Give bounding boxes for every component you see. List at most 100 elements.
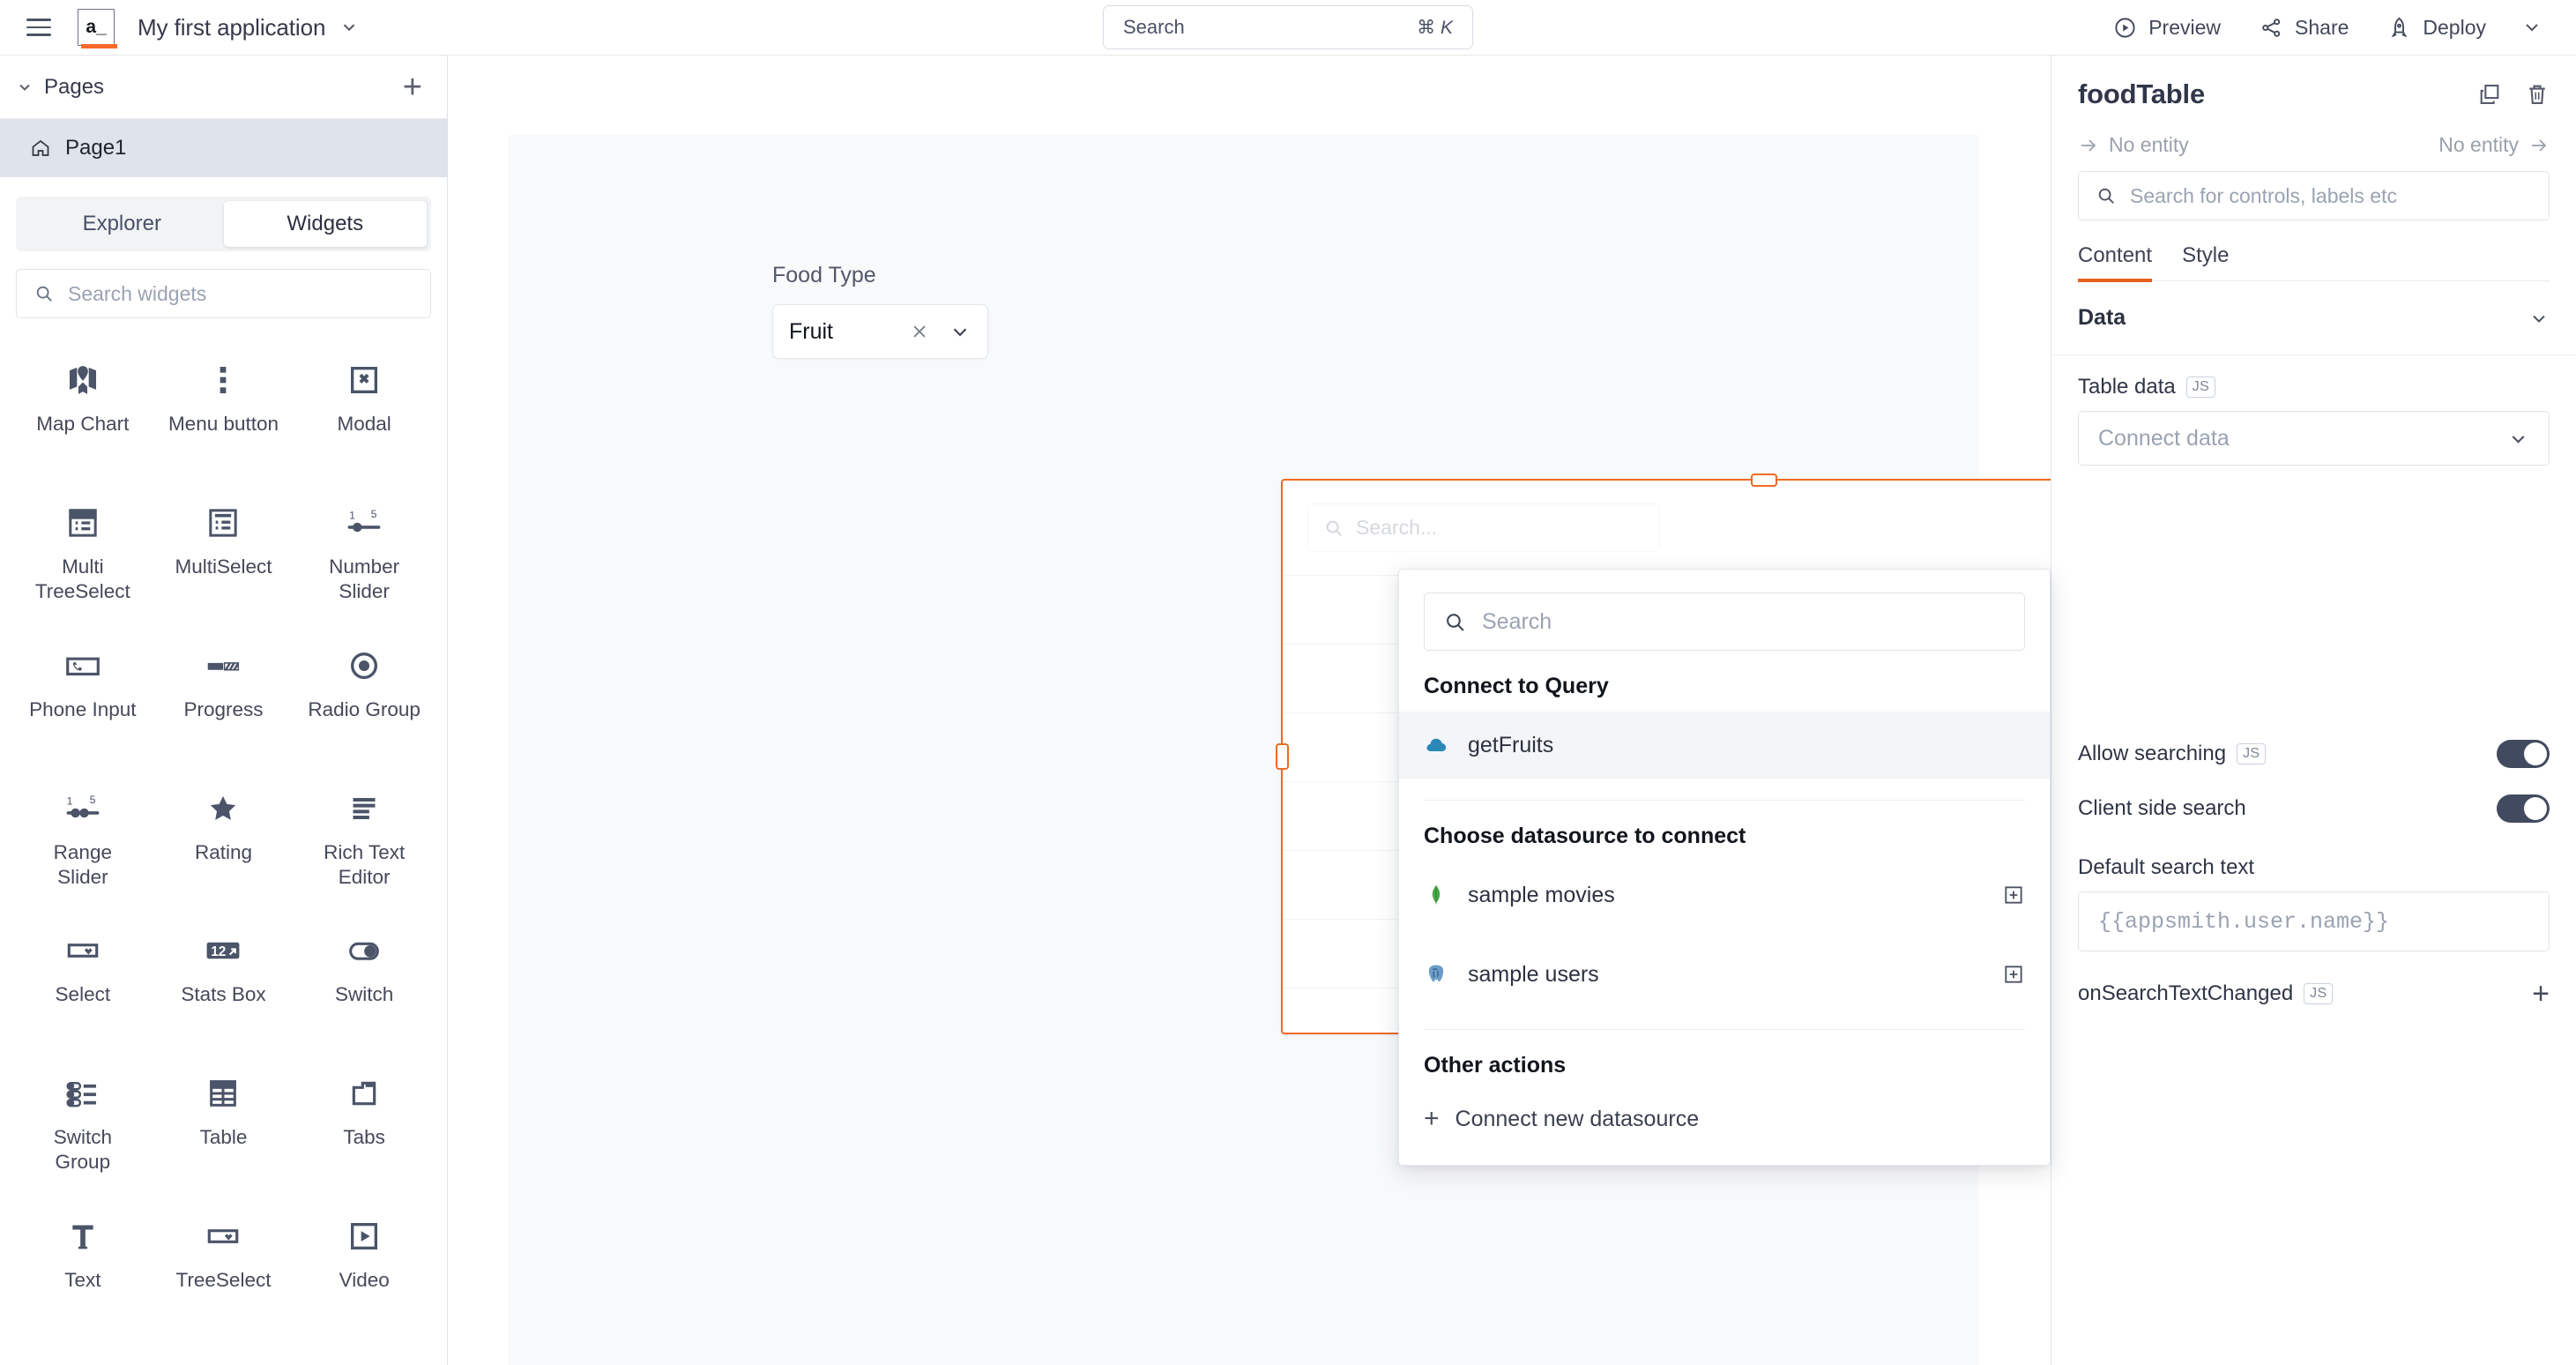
add-action-button[interactable]: + [2532,979,2550,1009]
nav-next-label: No entity [2438,133,2519,156]
menu-button-icon [205,357,241,403]
widget-card-rating[interactable]: Rating [153,772,294,911]
item-label: sample users [1468,961,1599,987]
allow-searching-toggle[interactable] [2497,740,2550,768]
tab-widgets[interactable]: Widgets [223,201,427,247]
widget-card-phone-input[interactable]: Phone Input [12,629,153,768]
widget-search-input[interactable]: Search widgets [16,269,431,318]
nav-next-entity[interactable]: No entity [2438,133,2550,157]
widget-card-multi-treeselect[interactable]: Multi TreeSelect [12,486,153,625]
svg-text:1: 1 [349,509,355,521]
widget-card-switch-group[interactable]: Switch Group [12,1056,153,1196]
preview-button[interactable]: Preview [2094,8,2240,48]
widget-card-map-chart[interactable]: Map Chart [12,343,153,482]
widget-label: Text [64,1269,101,1292]
client-side-search-label: Client side search [2078,796,2246,820]
widget-card-table[interactable]: Table [153,1056,294,1196]
js-badge[interactable]: JS [2237,743,2267,765]
widget-label: Video [339,1269,390,1292]
close-icon[interactable] [908,320,931,343]
tab-style[interactable]: Style [2182,243,2229,280]
widget-card-switch[interactable]: Switch [294,914,435,1053]
food-type-select-group: Food Type Fruit [772,263,988,359]
dropdown-item-sample-users[interactable]: sample users [1399,941,2050,1008]
widget-card-radio-group[interactable]: Radio Group [294,629,435,768]
trash-icon[interactable] [2525,82,2550,107]
chevron-down-icon[interactable] [2528,308,2550,329]
divider [1424,1029,2025,1030]
widget-label: Radio Group [308,697,421,720]
dropdown-search-input[interactable]: Search [1424,593,2025,651]
appsmith-editor: a_ My first application Search ⌘ K Previ… [0,0,2576,1365]
chevron-down-icon[interactable] [16,78,34,96]
widget-card-video[interactable]: Video [294,1199,435,1339]
food-type-select[interactable]: Fruit [772,304,988,359]
global-search-input[interactable]: Search ⌘ K [1103,5,1473,49]
widget-card-text[interactable]: Text [12,1199,153,1339]
widget-card-number-slider[interactable]: 15 Number Slider [294,486,435,625]
widget-card-stats-box[interactable]: 12 Stats Box [153,914,294,1053]
rocket-icon [2387,16,2411,40]
default-search-text-input[interactable]: {{appsmith.user.name}} [2078,891,2550,951]
multiselect-icon [205,500,241,546]
chevron-down-icon[interactable] [339,18,359,37]
widget-card-progress[interactable]: Progress [153,629,294,768]
deploy-options-chevron-icon[interactable] [2505,8,2550,47]
dropdown-item-getfruits[interactable]: getFruits [1399,712,2050,779]
add-query-icon[interactable] [2002,884,2025,906]
progress-icon [204,643,242,689]
search-icon [2096,186,2116,205]
add-page-button[interactable]: + [403,71,422,104]
tab-content[interactable]: Content [2078,243,2153,282]
left-sidebar: Pages + Page1 Explorer Widgets Search wi… [0,56,448,1365]
widget-card-tabs[interactable]: Tabs [294,1056,435,1196]
connect-new-datasource-button[interactable]: + Connect new datasource [1399,1093,2050,1145]
section-data[interactable]: Data [2051,281,2576,355]
deploy-button[interactable]: Deploy [2368,8,2505,48]
on-search-text-changed-label: onSearchTextChanged [2078,981,2294,1005]
nav-prev-entity[interactable]: No entity [2078,133,2189,157]
chevron-down-icon[interactable] [949,320,972,343]
share-nodes-icon [2260,16,2283,40]
share-button[interactable]: Share [2240,8,2368,48]
widget-card-range-slider[interactable]: 15 Range Slider [12,772,153,911]
add-query-icon[interactable] [2002,963,2025,986]
topbar-left: a_ My first application [0,8,359,48]
property-pane-body: Data Table data JS Connect data Allow se… [2051,281,2576,1365]
table-search-input[interactable]: Search... [1307,503,1660,552]
switch-group-icon [63,1070,102,1116]
pages-header: Pages + [0,56,447,119]
table-data-dropdown[interactable]: Connect data [2078,411,2550,466]
sidebar-item-page1[interactable]: Page1 [0,119,447,177]
widget-label: Rating [194,840,253,863]
copy-icon[interactable] [2477,82,2502,107]
client-side-search-toggle[interactable] [2497,794,2550,823]
dropdown-group-other-actions: Other actions + Connect new datasource [1399,1053,2050,1145]
global-search-label: Search [1123,16,1185,38]
widget-card-multiselect[interactable]: MultiSelect [153,486,294,625]
property-pane-title: foodTable [2078,78,2205,109]
resize-handle-left[interactable] [1276,743,1289,770]
svg-text:5: 5 [89,793,95,805]
sidebar-tabs: Explorer Widgets [16,197,431,251]
tab-explorer[interactable]: Explorer [20,201,224,247]
switch-icon [344,928,384,973]
divider [1424,800,2025,801]
widget-card-treeselect[interactable]: TreeSelect [153,1199,294,1339]
svg-text:1: 1 [66,794,72,807]
property-search-input[interactable]: Search for controls, labels etc [2078,171,2550,220]
widget-card-select[interactable]: Select [12,914,153,1053]
widget-label: Select [55,983,111,1006]
widget-card-rich-text-editor[interactable]: Rich Text Editor [294,772,435,911]
property-search-placeholder: Search for controls, labels etc [2130,183,2397,207]
js-badge[interactable]: JS [2185,377,2216,398]
widget-label: Rich Text Editor [324,840,406,888]
cloud-icon [1424,733,1448,757]
widget-card-modal[interactable]: Modal [294,343,435,482]
dropdown-item-sample-movies[interactable]: sample movies [1399,862,2050,929]
widget-card-menu-button[interactable]: Menu button [153,343,294,482]
widget-label: TreeSelect [175,1269,272,1292]
hamburger-icon[interactable] [19,8,58,47]
resize-handle-top[interactable] [1750,474,1777,487]
js-badge[interactable]: JS [2304,983,2334,1004]
